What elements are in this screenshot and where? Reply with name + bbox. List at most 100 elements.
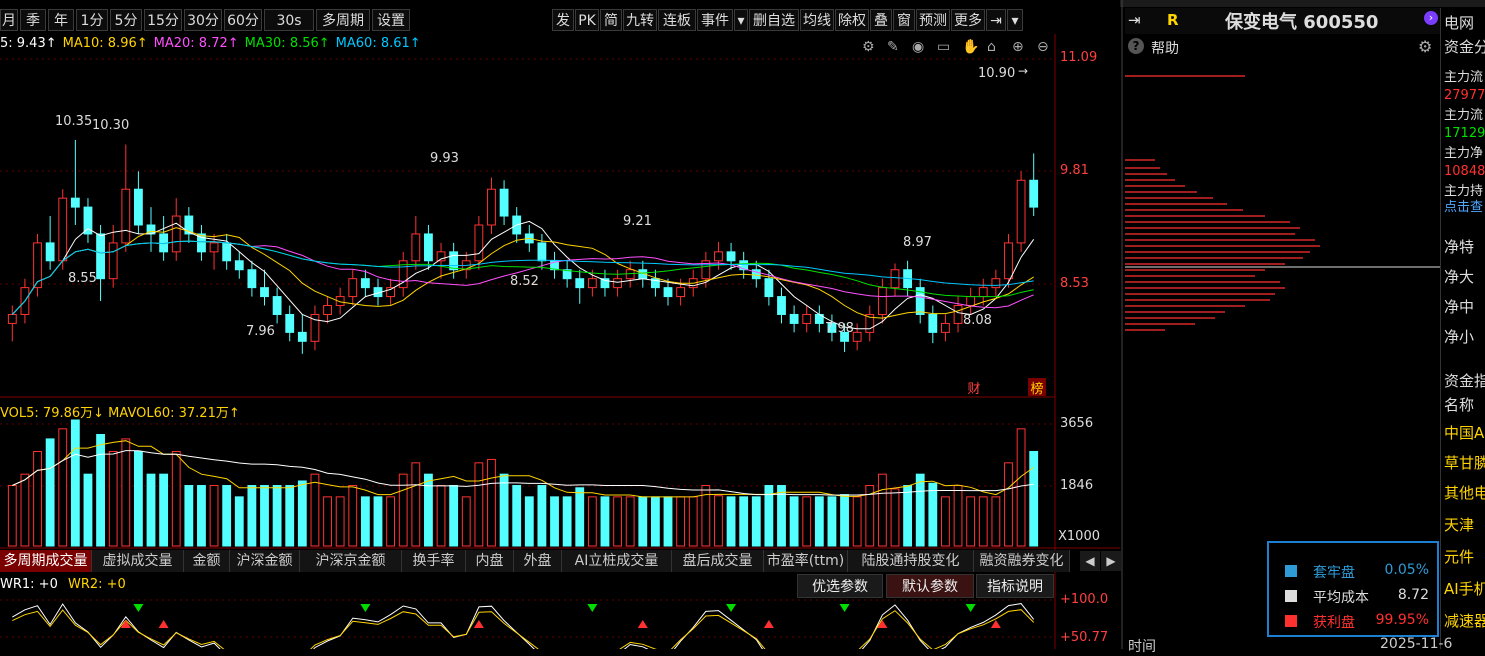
chart-tool-icon-0[interactable]: ⚙ (862, 39, 875, 55)
candle-body-33 (424, 233, 433, 262)
candle-body-20 (260, 287, 269, 298)
candle-body-38 (487, 188, 496, 226)
vol-bar-81 (1029, 451, 1039, 547)
wr2-line (12, 609, 1035, 649)
fund-item-22[interactable]: 减速器 (1444, 610, 1485, 631)
candle-body-9 (121, 188, 131, 244)
indicator-tab-0[interactable]: 多周期成交量 (0, 550, 92, 572)
indicator-tab-1[interactable]: 虚拟成交量 (92, 550, 184, 572)
chip-legend-row-2: 获利盘 99.95% (1269, 611, 1441, 631)
candle-body-13 (171, 215, 181, 253)
help-label[interactable]: 帮助 (1151, 38, 1179, 58)
chip-value-0: 0.05% (1384, 562, 1429, 578)
vol-bar-46 (587, 496, 597, 547)
candle-body-46 (587, 278, 597, 289)
fund-item-12: 净中 (1444, 298, 1475, 316)
candle-body-57 (726, 251, 736, 262)
vol-bar-77 (978, 496, 988, 547)
annot-high-1: 10.35 (55, 114, 93, 129)
indicator-tab-4[interactable]: 沪深京金额 (300, 550, 402, 572)
help-icon[interactable]: ? (1128, 38, 1144, 54)
indicator-tab-3[interactable]: 沪深金额 (230, 550, 300, 572)
vol-bar-72 (915, 473, 925, 547)
fund-item-9[interactable]: 点击查 (1444, 196, 1483, 215)
candle-body-37 (474, 224, 484, 262)
indicator-tab-9[interactable]: 盘后成交量 (672, 550, 764, 572)
fund-item-19[interactable]: 天津 (1444, 514, 1474, 535)
fund-item-18[interactable]: 其他电 (1444, 482, 1485, 503)
time-label: 时间 (1128, 639, 1156, 655)
fund-item-17[interactable]: 草甘膦 (1444, 452, 1485, 473)
tabs-prev-button[interactable]: ◀ (1080, 551, 1100, 571)
wr2-value: WR2: +0 (67, 577, 126, 592)
vol-bar-20 (260, 485, 269, 547)
chip-value-2: 99.95% (1375, 612, 1429, 628)
annot-low-1: 8.55 (68, 271, 97, 286)
vol-bar-65 (827, 496, 837, 547)
vol-bar-51 (650, 496, 660, 547)
vol-bar-19 (247, 485, 257, 547)
candle-body-42 (537, 242, 547, 262)
collapse-icon[interactable]: ⇥ (1128, 11, 1141, 29)
chip-label-2: 获利盘 (1313, 615, 1355, 631)
signal-arrow-9 (839, 604, 850, 612)
rank-badge[interactable]: 榜 (1028, 378, 1046, 397)
chart-tool-icon-4[interactable]: ✋ (962, 38, 979, 55)
vol-bar-29 (373, 496, 383, 547)
vol-bar-59 (751, 496, 761, 547)
annot-high-5: 8.97 (903, 235, 932, 250)
candle-body-79 (1004, 242, 1013, 280)
info-icon[interactable]: › (1424, 11, 1438, 25)
vol-bar-44 (562, 496, 572, 547)
settings-icon[interactable]: ⚙ (1418, 37, 1432, 56)
indicator-tab-5[interactable]: 换手率 (402, 550, 466, 572)
tabs-next-button[interactable]: ▶ (1101, 551, 1121, 571)
vol-bar-17 (222, 485, 232, 547)
chart-tool-icon-3[interactable]: ▭ (937, 39, 950, 55)
stock-title: 保变电气 600550 (1225, 12, 1379, 33)
indicator-tab-7[interactable]: 外盘 (514, 550, 562, 572)
fund-item-21[interactable]: AI手机 (1444, 578, 1485, 599)
param-button-0[interactable]: 优选参数 (797, 574, 883, 598)
candle-body-81 (1029, 179, 1039, 208)
annot-low-5: 8.08 (963, 313, 992, 328)
vol-bar-33 (424, 473, 433, 547)
candle-body-70 (890, 269, 900, 289)
vol-bar-79 (1004, 462, 1013, 547)
chart-tool-icon-2[interactable]: ◉ (912, 39, 924, 55)
candle-body-18 (234, 260, 244, 271)
vol-bar-7 (96, 433, 105, 547)
param-button-1[interactable]: 默认参数 (886, 574, 974, 598)
wr-axis-mid: +50.77 (1060, 630, 1109, 645)
indicator-tab-11[interactable]: 陆股通持股变化 (848, 550, 974, 572)
candle-body-80 (1016, 179, 1026, 244)
chart-tool-icon-1[interactable]: ✎ (887, 39, 899, 55)
indicator-tab-2[interactable]: 金额 (184, 550, 230, 572)
fund-item-16[interactable]: 中国A (1444, 422, 1484, 443)
indicator-tab-8[interactable]: AI立桩成交量 (562, 550, 672, 572)
vol-bar-67 (852, 496, 862, 547)
chart-tool-icon-7[interactable]: ⊖ (1037, 39, 1049, 55)
vol-bar-25 (323, 496, 332, 547)
chart-tool-icon-6[interactable]: ⊕ (1012, 39, 1024, 55)
indicator-tab-6[interactable]: 内盘 (466, 550, 514, 572)
vol-bar-35 (449, 485, 459, 547)
vol-bar-24 (310, 473, 320, 547)
fund-item-20[interactable]: 元件 (1444, 546, 1474, 567)
vol-bar-40 (512, 485, 522, 547)
vol-bar-66 (840, 494, 849, 547)
chart-tool-icon-5[interactable]: ⌂ (987, 39, 996, 55)
param-button-2[interactable]: 指标说明 (976, 574, 1054, 598)
candle-body-25 (323, 305, 332, 315)
candle-body-28 (360, 278, 370, 289)
indicator-tab-12[interactable]: 融资融券变化 (974, 550, 1070, 572)
vol-bar-54 (688, 496, 698, 547)
vol-bar-70 (890, 488, 900, 547)
vol-bar-64 (814, 496, 824, 547)
finance-badge[interactable]: 财 (965, 378, 983, 397)
indicator-tab-10[interactable]: 市盈率(ttm) (764, 550, 848, 572)
vol-bar-45 (575, 487, 585, 547)
candle-body-74 (941, 322, 950, 333)
candle-body-52 (663, 287, 673, 298)
vol-bar-73 (928, 482, 938, 547)
